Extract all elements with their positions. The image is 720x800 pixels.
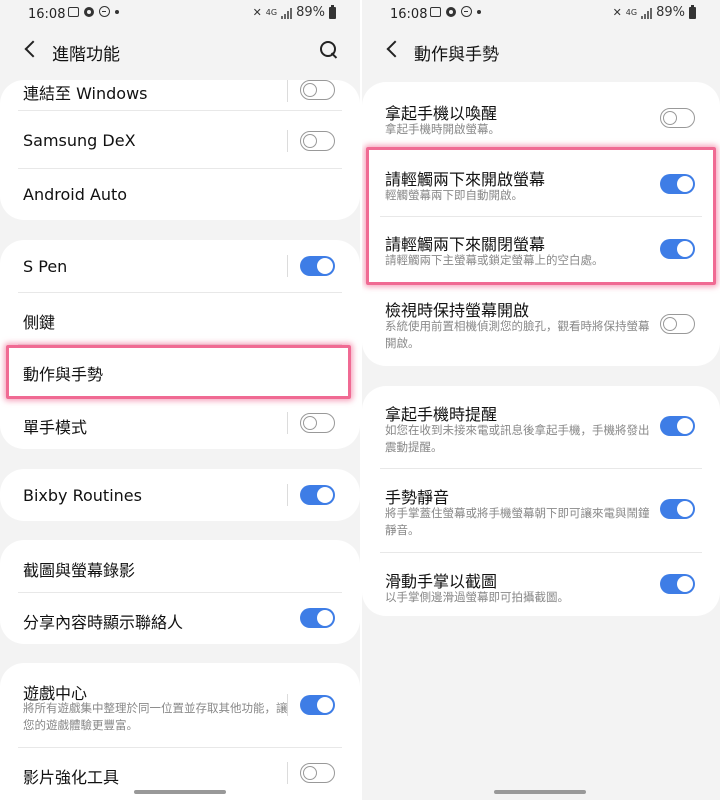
status-time: 16:08 [390,7,428,22]
home-indicator [494,790,586,794]
signal-icon [641,7,653,19]
signal-icon [281,7,293,19]
setting-label: S Pen [23,257,68,276]
easy-mute-toggle[interactable] [660,499,695,519]
settings-card-alerts-gestures: 拿起手機時提醒 如您在收到未接來電或訊息後拿起手機，手機將發出震動提醒。 手勢靜… [362,386,720,616]
setting-android-auto[interactable]: Android Auto [0,168,360,220]
home-indicator [134,790,226,794]
page-title: 進階功能 [52,45,120,65]
network-type-icon: 4G [625,8,638,17]
right-panel: 16:08 ✕ 4G 89% 動作與手勢 拿起手機以喚醒 拿起手機時開啟螢幕。 … [360,0,720,800]
setting-screenshots-recorder[interactable]: 截圖與螢幕錄影 [0,540,360,592]
setting-label: 側鍵 [23,313,56,332]
setting-description: 將手掌蓋住螢幕或將手機螢幕朝下即可讓來電與鬧鐘靜音。 [385,506,650,537]
settings-notification-icon [446,6,456,17]
setting-lift-to-wake[interactable]: 拿起手機以喚醒 拿起手機時開啟螢幕。 [362,82,720,148]
samsung-dex-toggle[interactable] [300,131,335,151]
battery-icon [329,5,336,19]
left-panel: 16:08 ✕ 4G 89% 進階功能 連結至 Windows Samsung … [0,0,360,800]
setting-s-pen[interactable]: S Pen [0,240,360,292]
setting-easy-mute[interactable]: 手勢靜音 將手掌蓋住螢幕或將手機螢幕朝下即可讓來電與鬧鐘靜音。 [362,468,720,552]
settings-card-bixby: Bixby Routines [0,469,360,521]
one-handed-mode-toggle[interactable] [300,413,335,433]
highlight-frame [6,345,351,399]
setting-samsung-dex[interactable]: Samsung DeX [0,114,360,166]
game-launcher-toggle[interactable] [300,695,335,715]
settings-notification-icon [84,6,94,17]
setting-description: 將所有遊戲集中整理於同一位置並存取其他功能，讓您的遊戲體驗更豐富。 [23,701,288,732]
share-contacts-toggle[interactable] [300,608,335,628]
settings-card-screenshots: 截圖與螢幕錄影 分享內容時顯示聯絡人 [0,540,360,644]
keep-screen-on-toggle[interactable] [660,314,695,334]
gallery-notification-icon [68,6,79,17]
setting-label: Bixby Routines [23,486,142,505]
battery-percent: 89% [296,5,325,20]
more-notifications-icon [477,9,481,14]
gallery-notification-icon [430,6,441,17]
setting-bixby-routines[interactable]: Bixby Routines [0,469,360,521]
setting-description: 拿起手機時開啟螢幕。 [385,122,500,136]
status-time: 16:08 [28,7,66,22]
settings-card-games: 遊戲中心 將所有遊戲集中整理於同一位置並存取其他功能，讓您的遊戲體驗更豐富。 影… [0,663,360,800]
video-enhancer-toggle[interactable] [300,763,335,783]
setting-keep-screen-on[interactable]: 檢視時保持螢幕開啟 系統使用前置相機偵測您的臉孔，觀看時將保持螢幕開啟。 [362,288,720,366]
battery-icon [689,5,696,19]
setting-description: 以手掌側邊滑過螢幕即可拍攝截圖。 [385,590,569,604]
setting-description: 系統使用前置相機偵測您的臉孔，觀看時將保持螢幕開啟。 [385,319,650,350]
search-icon[interactable] [318,39,340,61]
more-notifications-icon [115,9,119,14]
setting-label: 連結至 Windows [23,84,148,103]
setting-smart-alert[interactable]: 拿起手機時提醒 如您在收到未接來電或訊息後拿起手機，手機將發出震動提醒。 [362,386,720,468]
setting-one-handed-mode[interactable]: 單手模式 [0,397,360,449]
setting-label: 影片強化工具 [23,768,120,787]
s-pen-toggle[interactable] [300,256,335,276]
setting-description: 如您在收到未接來電或訊息後拿起手機，手機將發出震動提醒。 [385,423,650,454]
back-button[interactable] [20,38,44,62]
lift-to-wake-toggle[interactable] [660,108,695,128]
setting-label: 截圖與螢幕錄影 [23,561,136,580]
setting-game-launcher[interactable]: 遊戲中心 將所有遊戲集中整理於同一位置並存取其他功能，讓您的遊戲體驗更豐富。 [0,663,360,747]
setting-label: 單手模式 [23,418,88,437]
palm-swipe-capture-toggle[interactable] [660,574,695,594]
dnd-icon [461,6,472,17]
settings-card-connections: 連結至 Windows Samsung DeX Android Auto [0,80,360,220]
link-to-windows-toggle[interactable] [300,80,335,100]
status-bar: 16:08 ✕ 4G 89% [362,0,720,30]
setting-link-to-windows[interactable]: 連結至 Windows [0,80,360,106]
bixby-routines-toggle[interactable] [300,485,335,505]
dnd-icon [99,6,110,17]
app-bar: 進階功能 [0,30,360,74]
setting-side-key[interactable]: 側鍵 [0,292,360,344]
status-bar: 16:08 ✕ 4G 89% [0,0,360,30]
network-type-icon: 4G [265,8,278,17]
mute-icon: ✕ [612,6,622,19]
back-button[interactable] [382,38,406,62]
mute-icon: ✕ [252,6,262,19]
setting-label: 分享內容時顯示聯絡人 [23,613,184,632]
app-bar: 動作與手勢 [362,30,720,74]
highlight-frame [366,147,716,285]
smart-alert-toggle[interactable] [660,416,695,436]
setting-label: Samsung DeX [23,131,136,150]
setting-share-contacts[interactable]: 分享內容時顯示聯絡人 [0,592,360,644]
battery-percent: 89% [656,5,685,20]
setting-palm-swipe-capture[interactable]: 滑動手掌以截圖 以手掌側邊滑過螢幕即可拍攝截圖。 [362,552,720,616]
page-title: 動作與手勢 [414,45,499,65]
setting-label: Android Auto [23,185,128,204]
